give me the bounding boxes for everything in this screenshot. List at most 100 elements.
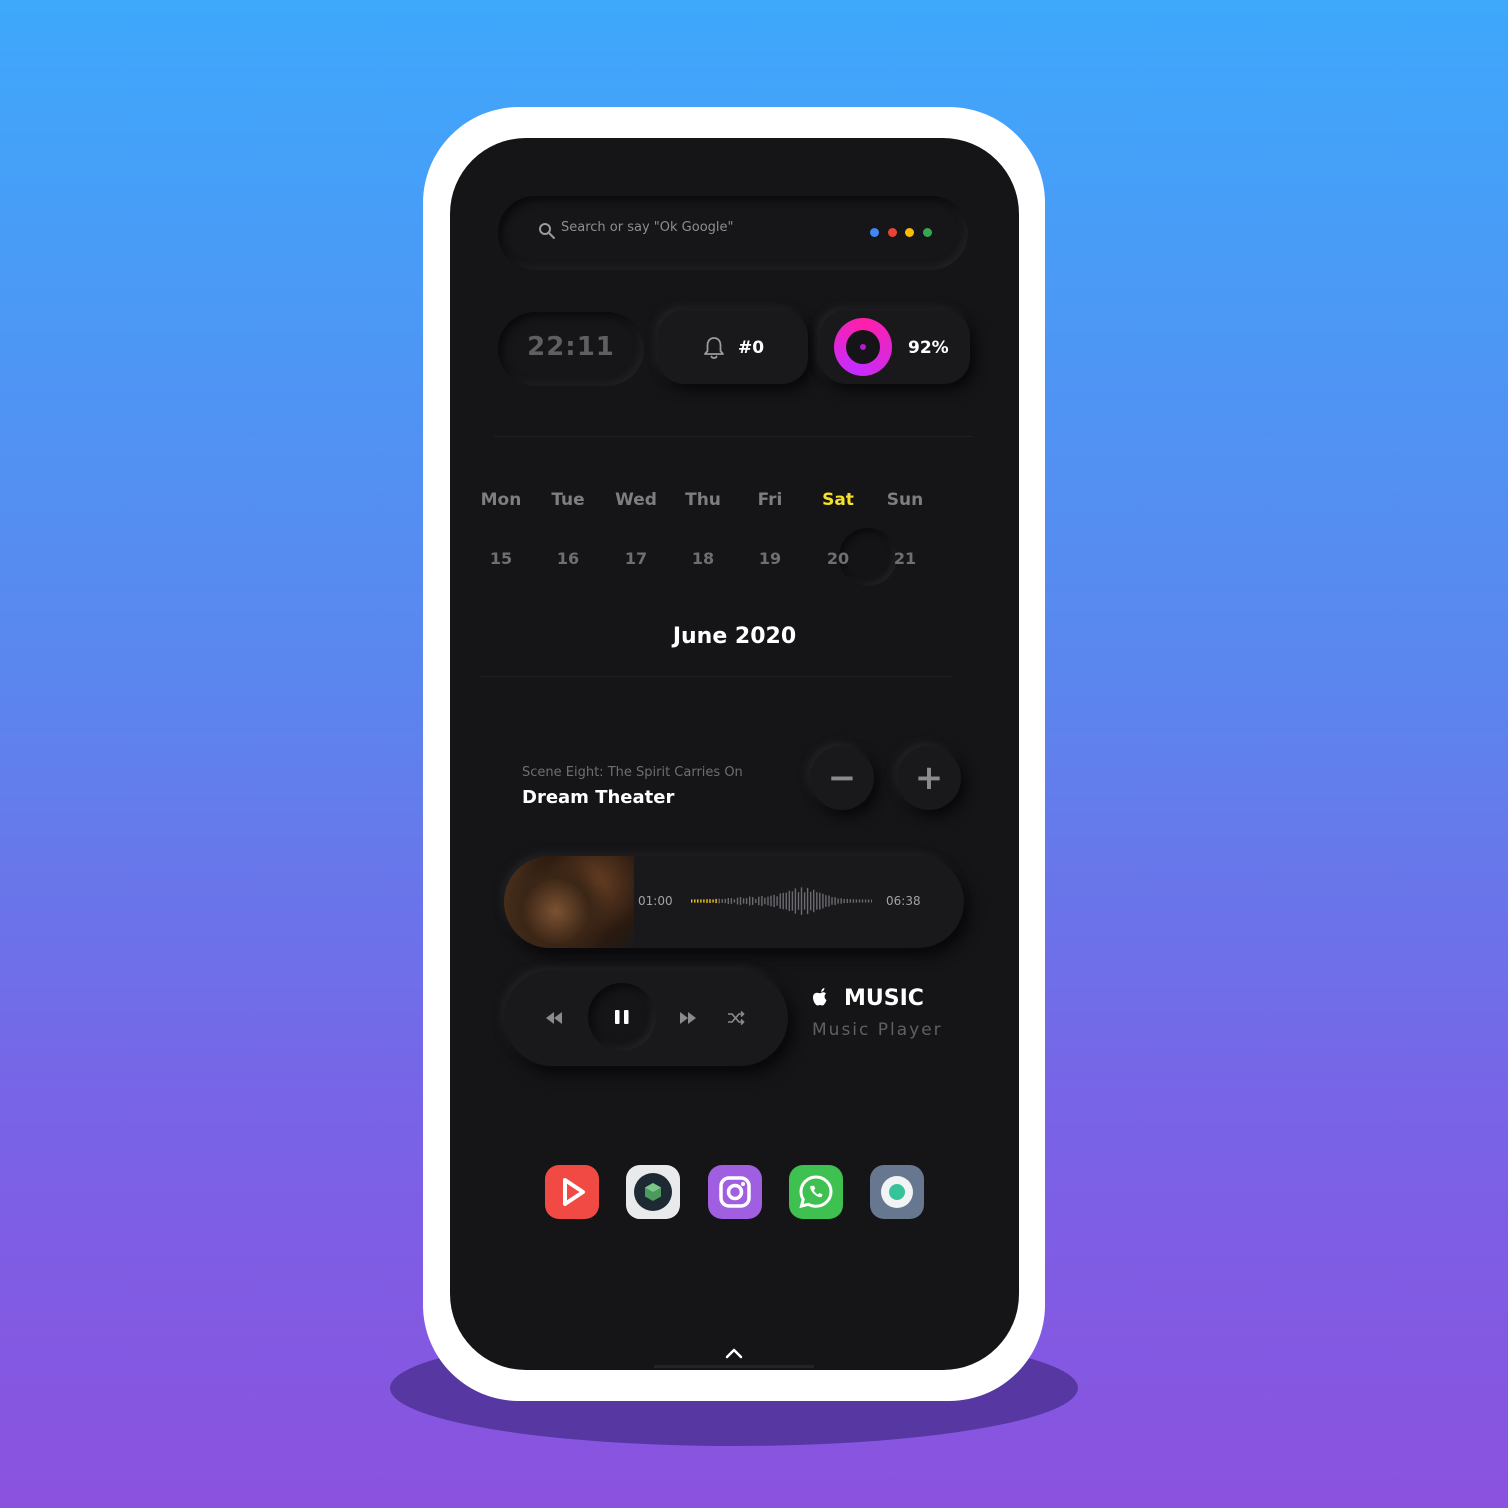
date-15[interactable]: 15 — [471, 549, 531, 568]
waveform-bar — [752, 897, 754, 905]
date-17[interactable]: 17 — [606, 549, 666, 568]
waveform-bar — [691, 899, 693, 903]
notification-widget[interactable]: #0 — [658, 310, 808, 384]
battery-widget[interactable]: 92% — [820, 310, 970, 384]
waveform-bar — [770, 895, 772, 907]
camera-outline-icon — [719, 1176, 751, 1208]
waveform-bar — [764, 897, 766, 905]
waveform-bar — [700, 899, 702, 903]
rewind-icon[interactable] — [544, 1008, 564, 1028]
waveform-bar — [755, 899, 757, 903]
waveform-bar — [837, 898, 839, 904]
chevron-up-icon[interactable] — [723, 1346, 745, 1360]
waveform-bar — [864, 899, 867, 903]
waveform-bar — [803, 892, 806, 910]
waveform-bar — [779, 893, 781, 909]
month-title: June 2020 — [672, 624, 797, 649]
waveform-scrubber[interactable] — [690, 884, 872, 918]
battery-ring-dot — [860, 344, 866, 350]
waveform-bar — [745, 898, 748, 904]
divider-middle — [480, 676, 952, 677]
waveform-bar — [858, 899, 861, 903]
elapsed-time: 01:00 — [638, 894, 673, 908]
waveform-bar — [718, 898, 720, 904]
waveform-bar — [810, 891, 812, 911]
waveform-bar — [773, 894, 775, 908]
waveform-bar — [694, 899, 696, 903]
play-arrow-icon — [563, 1178, 585, 1206]
plus-icon: + — [914, 758, 944, 798]
weekday-sat: Sat — [822, 490, 854, 510]
waveform-bar — [849, 899, 851, 903]
waveform-bar — [800, 887, 803, 915]
waveform-bar — [727, 898, 729, 904]
waveform-bar — [776, 896, 778, 906]
waveform-bar — [715, 898, 717, 904]
waveform-bar — [703, 899, 705, 903]
clock-widget[interactable]: 22:11 — [498, 312, 644, 386]
launcher-app-icon[interactable] — [626, 1165, 680, 1219]
weekday-tue: Tue — [551, 490, 585, 510]
playback-controls — [504, 970, 788, 1066]
volume-up-button[interactable]: + — [897, 746, 961, 810]
lens-icon — [881, 1176, 913, 1208]
instagram-app-icon[interactable] — [708, 1165, 762, 1219]
search-icon — [539, 223, 555, 239]
date-18[interactable]: 18 — [673, 549, 733, 568]
waveform-bar — [736, 897, 739, 905]
pause-button[interactable] — [588, 983, 656, 1051]
waveform-bar — [867, 899, 870, 903]
search-bar[interactable]: Search or say "Ok Google" — [498, 196, 968, 270]
waveform-bar — [813, 889, 815, 913]
waveform-bar — [733, 899, 736, 903]
seek-bar-widget[interactable]: 01:00 06:38 — [504, 856, 964, 948]
battery-ring-center — [846, 330, 880, 364]
home-indicator[interactable] — [654, 1365, 814, 1368]
date-20[interactable]: 20 — [808, 549, 868, 568]
bell-icon — [704, 337, 724, 359]
date-16[interactable]: 16 — [538, 549, 598, 568]
waveform-bar — [791, 891, 794, 911]
google-dot-green — [923, 228, 932, 237]
music-app-subtitle: Music Player — [812, 1020, 943, 1040]
phone-screen: Search or say "Ok Google" 22:11 #0 92% M… — [450, 138, 1019, 1370]
apple-icon — [813, 988, 827, 1006]
waveform-bar — [724, 898, 726, 904]
search-placeholder[interactable]: Search or say "Ok Google" — [561, 220, 734, 235]
waveform-bar — [785, 892, 787, 910]
video-player-app-icon[interactable] — [545, 1165, 599, 1219]
pause-icon — [615, 1010, 629, 1024]
waveform-bar — [721, 899, 723, 903]
waveform-bar — [843, 899, 845, 904]
volume-down-button[interactable]: − — [810, 746, 874, 810]
cube-icon — [634, 1173, 672, 1211]
waveform-bar — [834, 897, 836, 905]
google-dot-blue — [870, 228, 879, 237]
waveform-bar — [767, 896, 769, 906]
clock-time: 22:11 — [527, 332, 615, 362]
waveform-bar — [819, 892, 821, 910]
notification-count: #0 — [738, 338, 765, 358]
album-art — [504, 856, 634, 948]
music-app-title: MUSIC — [844, 986, 924, 1011]
google-dot-red — [888, 228, 897, 237]
waveform-bar — [825, 895, 827, 907]
waveform-bar — [742, 898, 745, 904]
waveform-bar — [706, 899, 708, 903]
battery-percent: 92% — [908, 338, 949, 358]
minus-icon: − — [827, 758, 857, 798]
waveform-bar — [846, 898, 848, 903]
total-time: 06:38 — [886, 894, 921, 908]
date-19[interactable]: 19 — [740, 549, 800, 568]
waveform-bar — [761, 896, 763, 907]
waveform-bar — [730, 898, 733, 904]
divider-top — [494, 436, 972, 437]
date-21[interactable]: 21 — [875, 549, 935, 568]
waveform-bar — [709, 899, 711, 903]
fast-forward-icon[interactable] — [678, 1008, 698, 1028]
camera-app-icon[interactable] — [870, 1165, 924, 1219]
whatsapp-app-icon[interactable] — [789, 1165, 843, 1219]
waveform-bar — [749, 896, 751, 906]
shuffle-icon[interactable] — [726, 1008, 746, 1028]
waveform-bar — [828, 895, 830, 907]
